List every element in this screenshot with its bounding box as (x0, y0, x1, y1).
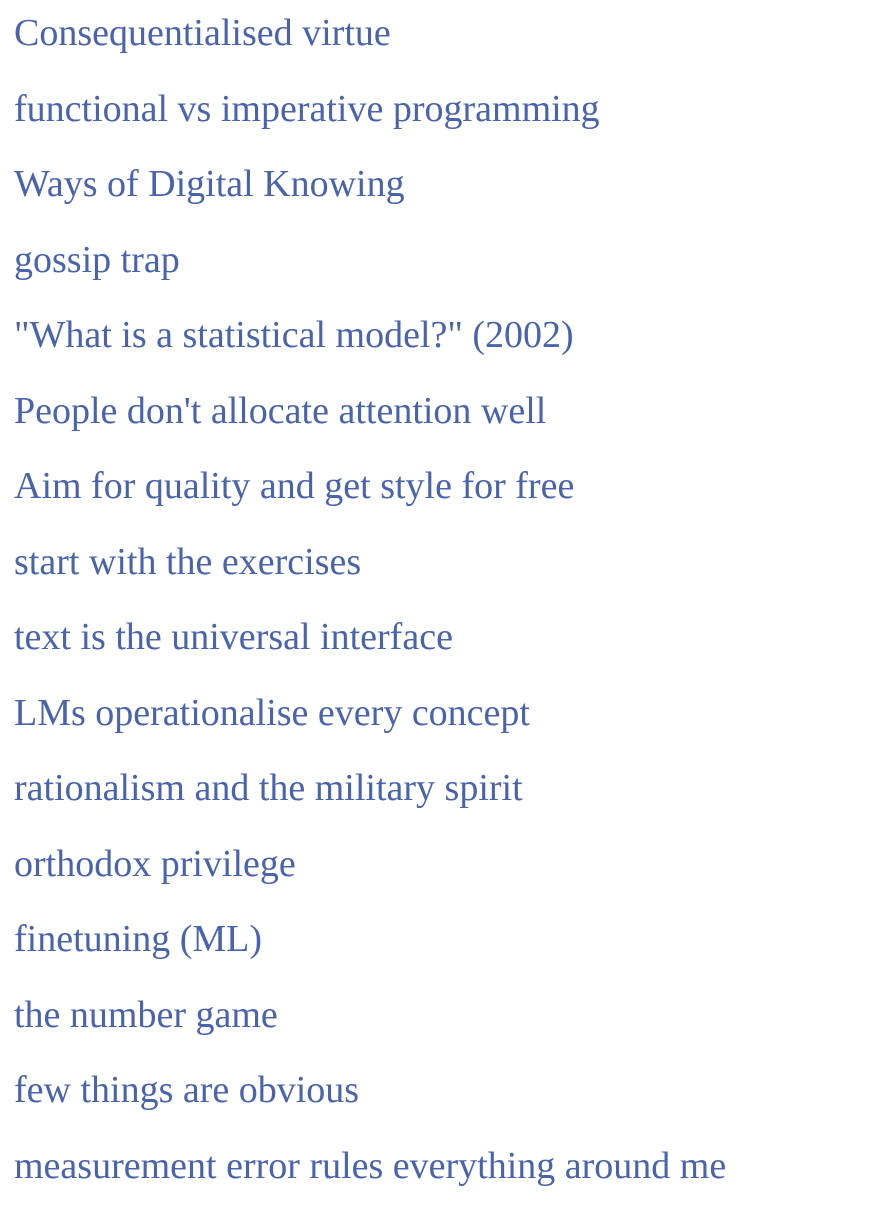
link-few-things-are-obvious[interactable]: few things are obvious (14, 1053, 359, 1129)
list-item: few things are obvious (14, 1057, 726, 1133)
list-item: Aim for quality and get style for free (14, 453, 726, 529)
link-text-is-the-universal-interface[interactable]: text is the universal interface (14, 600, 453, 676)
list-item: start with the exercises (14, 529, 726, 605)
list-item: "What is a statistical model?" (2002) (14, 302, 726, 378)
link-ways-of-digital-knowing[interactable]: Ways of Digital Knowing (14, 147, 405, 223)
list-item: text is the universal interface (14, 604, 726, 680)
link-aim-for-quality[interactable]: Aim for quality and get style for free (14, 449, 574, 525)
list-item: People don't allocate attention well (14, 378, 726, 454)
list-item: LMs operationalise every concept (14, 680, 726, 756)
list-item: finetuning (ML) (14, 906, 726, 982)
link-functional-vs-imperative-programming[interactable]: functional vs imperative programming (14, 72, 600, 148)
link-lms-operationalise-every-concept[interactable]: LMs operationalise every concept (14, 676, 530, 752)
list-item: orthodox privilege (14, 831, 726, 907)
list-item: functional vs imperative programming (14, 76, 726, 152)
list-item: gossip trap (14, 227, 726, 303)
list-item: rationalism and the military spirit (14, 755, 726, 831)
list-item: Consequentialised virtue (14, 0, 726, 76)
link-measurement-error-rules-everything[interactable]: measurement error rules everything aroun… (14, 1129, 726, 1205)
link-people-dont-allocate-attention-well[interactable]: People don't allocate attention well (14, 374, 546, 450)
link-orthodox-privilege[interactable]: orthodox privilege (14, 827, 296, 903)
link-what-is-a-statistical-model[interactable]: "What is a statistical model?" (2002) (14, 298, 574, 374)
related-links-list: Consequentialised virtue functional vs i… (14, 0, 726, 1208)
link-consequentialised-virtue[interactable]: Consequentialised virtue (14, 0, 391, 72)
list-item: measurement error rules everything aroun… (14, 1133, 726, 1208)
list-item: Ways of Digital Knowing (14, 151, 726, 227)
link-the-number-game[interactable]: the number game (14, 978, 278, 1054)
link-finetuning-ml[interactable]: finetuning (ML) (14, 902, 262, 978)
link-gossip-trap[interactable]: gossip trap (14, 223, 180, 299)
link-start-with-the-exercises[interactable]: start with the exercises (14, 525, 361, 601)
list-item: the number game (14, 982, 726, 1058)
link-rationalism-and-the-military-spirit[interactable]: rationalism and the military spirit (14, 751, 523, 827)
